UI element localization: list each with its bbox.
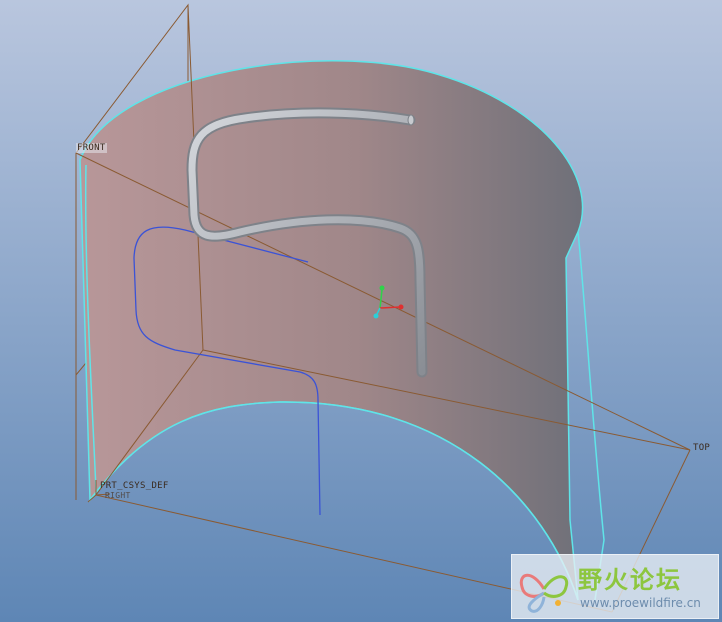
csys-label[interactable]: PRT_CSYS_DEF bbox=[100, 481, 169, 491]
datum-label-top[interactable]: TOP bbox=[693, 443, 710, 453]
watermark-url: www.proewildfire.cn bbox=[580, 596, 701, 610]
butterfly-icon bbox=[519, 573, 569, 613]
graphics-viewport[interactable]: FRONT TOP PRT_CSYS_DEF RIGHT 野火论坛 www.pr… bbox=[0, 0, 722, 622]
watermark: 野火论坛 www.proewildfire.cn bbox=[511, 554, 719, 619]
csys-sublabel: RIGHT bbox=[105, 491, 131, 500]
pipe-end-cap bbox=[407, 114, 415, 126]
model-scene[interactable] bbox=[0, 0, 722, 622]
watermark-title: 野火论坛 bbox=[578, 566, 682, 594]
datum-label-front[interactable]: FRONT bbox=[76, 143, 107, 153]
